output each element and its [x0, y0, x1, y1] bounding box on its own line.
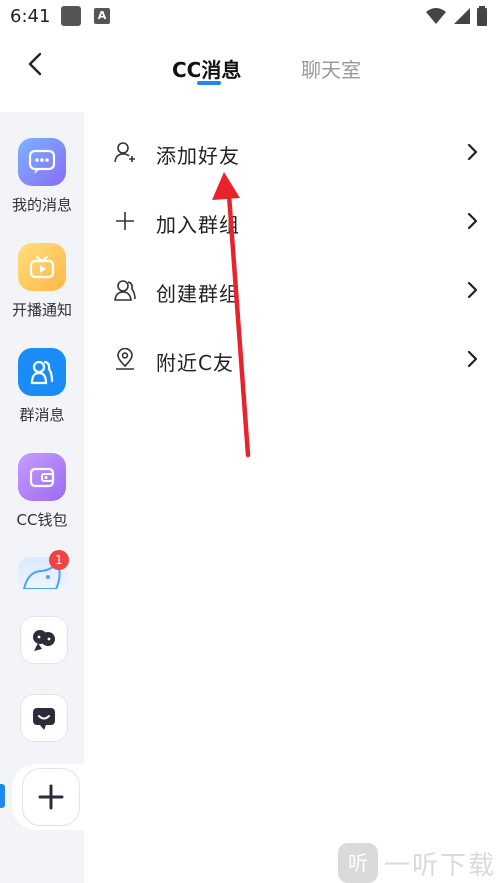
- menu-item-join-group[interactable]: 加入群组: [84, 187, 497, 256]
- add-active-indicator: [0, 784, 5, 808]
- chat-people-icon: [33, 630, 55, 651]
- add-user-icon: [114, 142, 135, 163]
- menu-item-label: 附近C友: [156, 351, 234, 375]
- notification-square-icon: [61, 6, 81, 26]
- sidebar-item-cc-wallet[interactable]: CC钱包: [0, 453, 84, 530]
- add-button[interactable]: [22, 768, 80, 826]
- tv-icon: [18, 243, 66, 291]
- chevron-right-icon: [467, 350, 478, 368]
- watermark-text: 一听下载: [384, 850, 497, 881]
- menu-item-add-friend[interactable]: 添加好友: [84, 118, 497, 187]
- sidebar-item-label: 开播通知: [11, 301, 72, 319]
- sidebar-item-label: 群消息: [19, 406, 65, 424]
- chevron-right-icon: [467, 143, 478, 161]
- menu-item-label: 创建群组: [156, 282, 240, 306]
- top-header: CC消息 聊天室: [0, 40, 497, 100]
- notification-badge: 1: [49, 550, 69, 570]
- menu-item-label: 添加好友: [156, 144, 240, 168]
- menu-item-nearby-friends[interactable]: 附近C友: [84, 325, 497, 394]
- a-app-icon: A: [94, 8, 110, 24]
- sidebar-item-group-messages[interactable]: 群消息: [0, 348, 84, 425]
- status-right-icons: [425, 6, 487, 26]
- smile-bubble-icon: [33, 708, 55, 730]
- sidebar-item-live-notice[interactable]: 开播通知: [0, 243, 84, 320]
- wifi-icon: [426, 8, 446, 24]
- watermark-logo: 听: [338, 843, 378, 883]
- plus-icon: [116, 212, 134, 230]
- chevron-right-icon: [467, 281, 478, 299]
- message-button[interactable]: [20, 694, 68, 742]
- watermark: 听 一听下载: [338, 843, 496, 883]
- back-arrow-icon[interactable]: [22, 50, 50, 78]
- plus-icon: [38, 784, 64, 810]
- group-people-icon: [18, 348, 66, 396]
- location-pin-icon: [116, 348, 134, 370]
- sidebar-item-label: CC钱包: [16, 511, 68, 529]
- menu-item-create-group[interactable]: 创建群组: [84, 256, 497, 325]
- menu-item-label: 加入群组: [156, 213, 240, 237]
- action-menu: 添加好友 加入群组 创建群组 附近C友: [84, 118, 497, 394]
- sidebar-item-label: 我的消息: [11, 196, 72, 214]
- wallet-icon: [18, 453, 66, 501]
- battery-icon: [477, 6, 487, 26]
- tab-cc-messages[interactable]: CC消息: [172, 54, 241, 83]
- sidebar-item-my-messages[interactable]: 我的消息: [0, 138, 84, 215]
- chat-bot-button[interactable]: [20, 616, 68, 664]
- signal-icon: [454, 8, 470, 24]
- status-time: 6:41: [10, 6, 51, 27]
- tab-chat-room[interactable]: 聊天室: [301, 54, 361, 83]
- chevron-right-icon: [467, 212, 478, 230]
- active-tab-indicator: [197, 81, 221, 85]
- message-bubble-icon: [18, 138, 66, 186]
- status-bar: 6:41 A: [0, 0, 497, 34]
- group-icon: [114, 280, 136, 301]
